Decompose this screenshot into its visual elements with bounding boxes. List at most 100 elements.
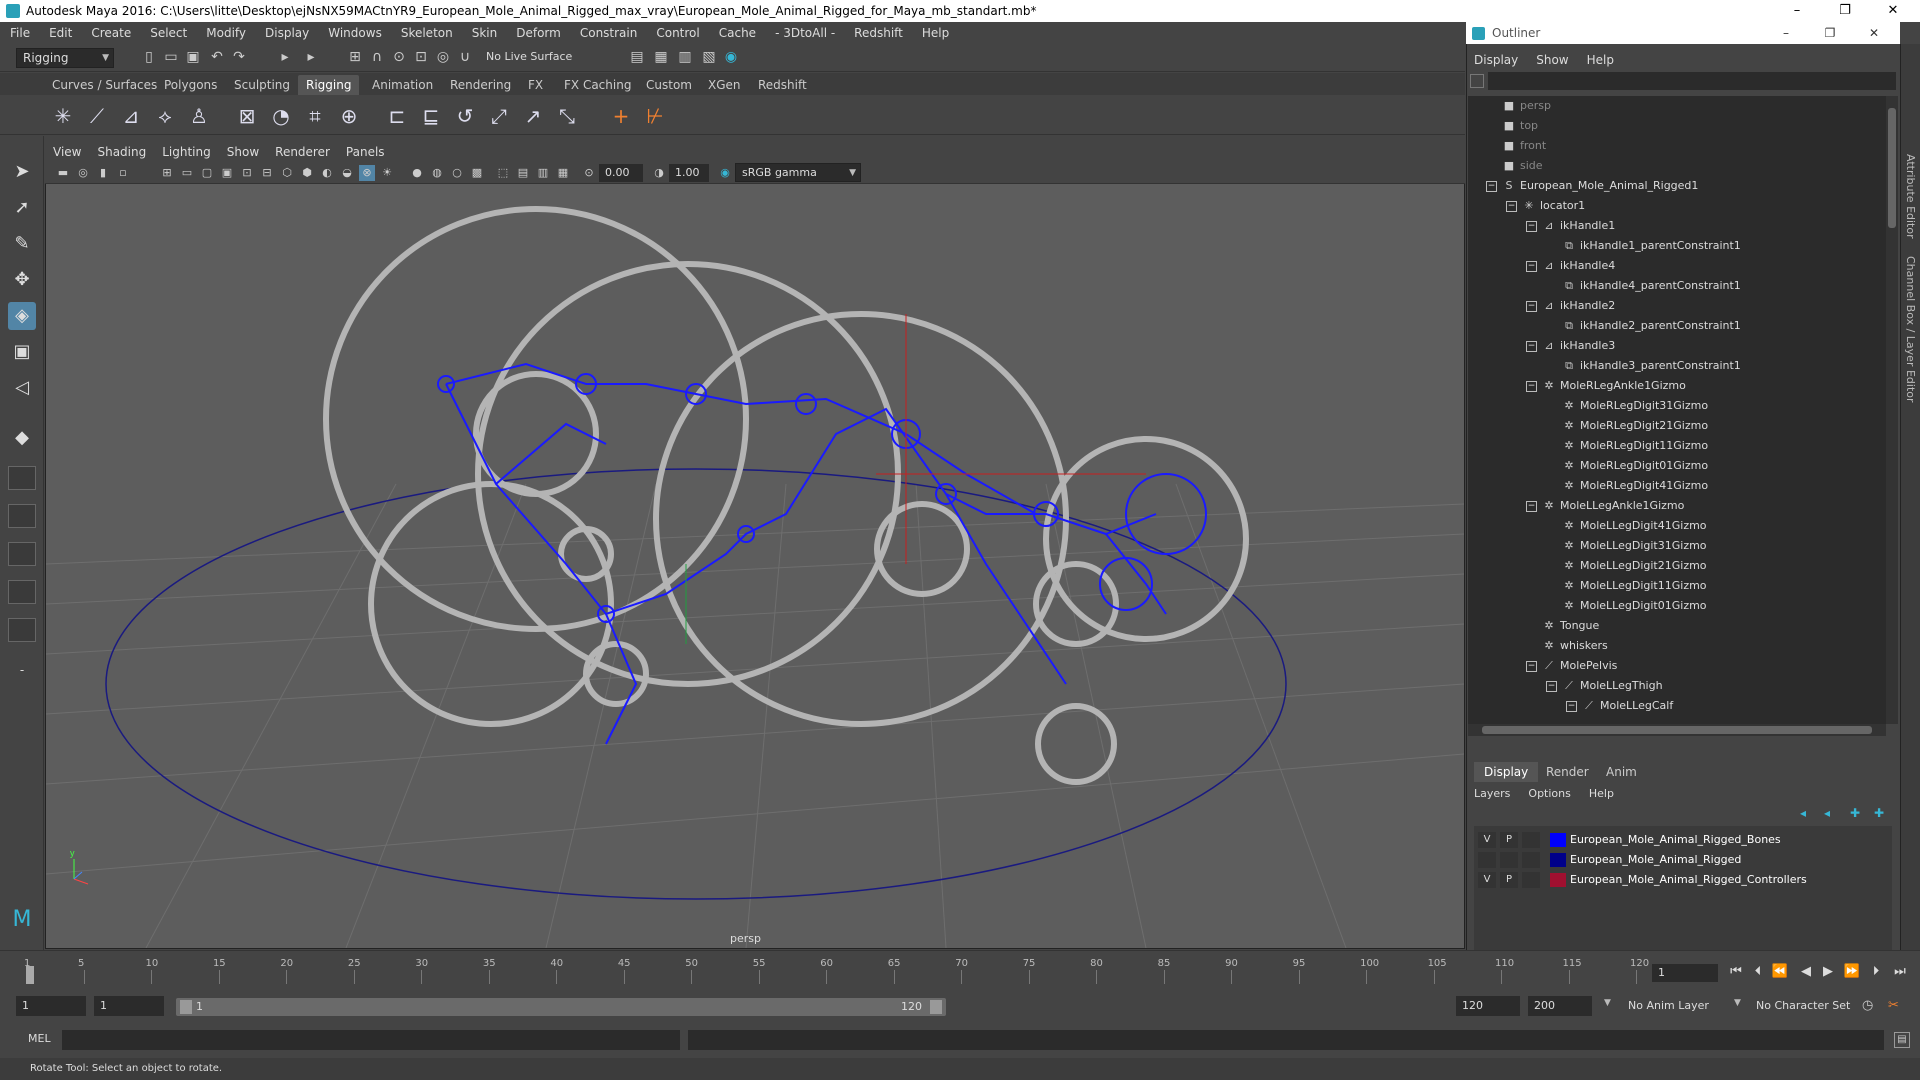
cluster-icon[interactable]: ⊕ [336,103,362,129]
tab-fx[interactable]: FX [520,75,551,95]
parent-constraint-icon[interactable]: ⊏ [384,103,410,129]
camera-attr-icon[interactable]: ◎ [75,165,91,181]
playback-start-field[interactable]: 1 [94,996,164,1016]
layer-tab-anim[interactable]: Anim [1596,762,1647,782]
layer-menu-layers[interactable]: Layers [1474,787,1510,800]
set-driven-key-icon[interactable]: ⊬ [642,103,668,129]
layer-display-type-toggle[interactable] [1522,832,1540,848]
restore-button[interactable]: ❐ [1822,0,1868,22]
layer-tab-render[interactable]: Render [1536,762,1599,782]
redo-icon[interactable]: ↷ [230,48,248,66]
play-forward-icon[interactable]: ▶ [1818,962,1838,982]
layout-three-icon[interactable] [8,618,36,642]
select-object-icon[interactable]: ▸ [302,48,320,66]
view-transform-dropdown[interactable]: sRGB gamma ▼ [735,163,861,182]
scene-3d-view[interactable]: y [46,184,1464,948]
chevron-down-icon[interactable]: ▼ [1604,998,1611,1008]
layer-row[interactable]: V P European_Mole_Animal_Rigged_Controll… [1474,870,1892,890]
vp-menu-shading[interactable]: Shading [97,145,146,159]
gamma-icon[interactable]: ◑ [651,165,667,181]
snap-grid-icon[interactable]: ⊞ [346,48,364,66]
exposure-field[interactable]: 0.00 [599,164,643,182]
expand-toggle[interactable]: − [1486,181,1497,192]
layer-menu-help[interactable]: Help [1589,787,1614,800]
step-forward-frame-icon[interactable]: ⏵ [1866,962,1886,982]
tab-sculpting[interactable]: Sculpting [226,75,298,95]
outliner-search-input[interactable] [1488,72,1896,90]
outliner-item[interactable]: ■ top [1468,116,1886,136]
isolate-select-icon[interactable]: ⬚ [495,165,511,181]
soft-select-icon[interactable]: ◆ [8,424,36,452]
menu-help[interactable]: Help [922,26,949,40]
tab-curves-surfaces[interactable]: Curves / Surfaces [44,75,165,95]
outliner-minimize-button[interactable]: – [1766,22,1806,44]
outliner-item[interactable]: − ✳ locator1 [1468,196,1886,216]
outliner-filter-icon[interactable] [1470,74,1484,88]
scale-tool-icon[interactable]: ▣ [8,338,36,366]
layout-quad-icon[interactable] [8,466,36,490]
move-layer-down-icon[interactable]: ◂ [1824,806,1830,820]
menu-create[interactable]: Create [91,26,131,40]
outliner-item[interactable]: ✲ MoleRLegDigit01Gizmo [1468,456,1886,476]
layout-two-icon[interactable] [8,504,36,528]
orient-constraint-icon[interactable]: ↺ [452,103,478,129]
menu-deform[interactable]: Deform [516,26,561,40]
vp-menu-renderer[interactable]: Renderer [275,145,330,159]
controller-circles[interactable] [323,206,1249,785]
image-plane-icon[interactable]: ▫ [115,165,131,181]
expand-toggle[interactable]: − [1546,681,1557,692]
menu-windows[interactable]: Windows [328,26,382,40]
expand-toggle[interactable]: − [1526,221,1537,232]
ik-spline-icon[interactable]: ⟡ [152,103,178,129]
layer-visibility-toggle[interactable]: V [1478,832,1496,848]
layer-tab-display[interactable]: Display [1474,762,1539,782]
range-slider[interactable]: 1 120 [176,998,946,1016]
menu-display[interactable]: Display [265,26,309,40]
layer-display-type-toggle[interactable] [1522,872,1540,888]
outliner-item[interactable]: ■ front [1468,136,1886,156]
smooth-shade-icon[interactable]: ⬢ [299,165,315,181]
outliner-item[interactable]: ⧉ ikHandle1_parentConstraint1 [1468,236,1886,256]
outliner-item[interactable]: ✲ MoleLLegDigit01Gizmo [1468,596,1886,616]
snap-curve-icon[interactable]: ∩ [368,48,386,66]
skeleton-bones[interactable] [437,362,1207,745]
ik-handle-tool-icon[interactable]: ⊿ [118,103,144,129]
outliner-item[interactable]: ✲ Tongue [1468,616,1886,636]
save-scene-icon[interactable]: ▣ [184,48,202,66]
menu-skeleton[interactable]: Skeleton [401,26,453,40]
tab-redshift[interactable]: Redshift [750,75,815,95]
locator-icon[interactable]: ✳ [50,103,76,129]
outliner-item[interactable]: ✲ whiskers [1468,636,1886,656]
tab-xgen[interactable]: XGen [700,75,749,95]
aim-constraint-icon[interactable]: ↗ [520,103,546,129]
point-constraint-icon[interactable]: ⊑ [418,103,444,129]
layer-row[interactable]: European_Mole_Animal_Rigged [1474,850,1892,870]
layout-persp-outliner-icon[interactable] [8,542,36,566]
tab-fx-caching[interactable]: FX Caching [556,75,639,95]
chevron-down-icon[interactable]: ▼ [1734,998,1741,1008]
tab-animation[interactable]: Animation [364,75,441,95]
range-end-handle[interactable] [930,1000,942,1014]
gate-mask-icon[interactable]: ▣ [219,165,235,181]
rotate-tool-icon[interactable]: ◈ [8,302,36,330]
shadows-icon[interactable]: ● [409,165,425,181]
vp-menu-panels[interactable]: Panels [346,145,385,159]
tab-rigging[interactable]: Rigging [298,75,360,95]
bind-skin-icon[interactable]: ⊠ [234,103,260,129]
xray-joints-icon[interactable]: ⊗ [359,165,375,181]
menu-select[interactable]: Select [150,26,187,40]
menu-cache[interactable]: Cache [719,26,756,40]
lights-icon[interactable]: ☀ [379,165,395,181]
select-tool-icon[interactable]: ➤ [8,158,36,186]
menu-control[interactable]: Control [656,26,699,40]
magnet-icon[interactable]: ∪ [456,48,474,66]
outliner-item[interactable]: ⧉ ikHandle2_parentConstraint1 [1468,316,1886,336]
layer-color-swatch[interactable] [1550,853,1566,867]
outliner-item[interactable]: ✲ MoleLLegDigit31Gizmo [1468,536,1886,556]
outliner-item[interactable]: ✲ MoleRLegDigit41Gizmo [1468,476,1886,496]
open-scene-icon[interactable]: ▭ [162,48,180,66]
outliner-item[interactable]: − ✲ MoleLLegAnkle1Gizmo [1468,496,1886,516]
minimize-button[interactable]: – [1774,0,1820,22]
scroll-thumb[interactable] [1482,726,1872,734]
layer-playback-toggle[interactable]: P [1500,872,1518,888]
